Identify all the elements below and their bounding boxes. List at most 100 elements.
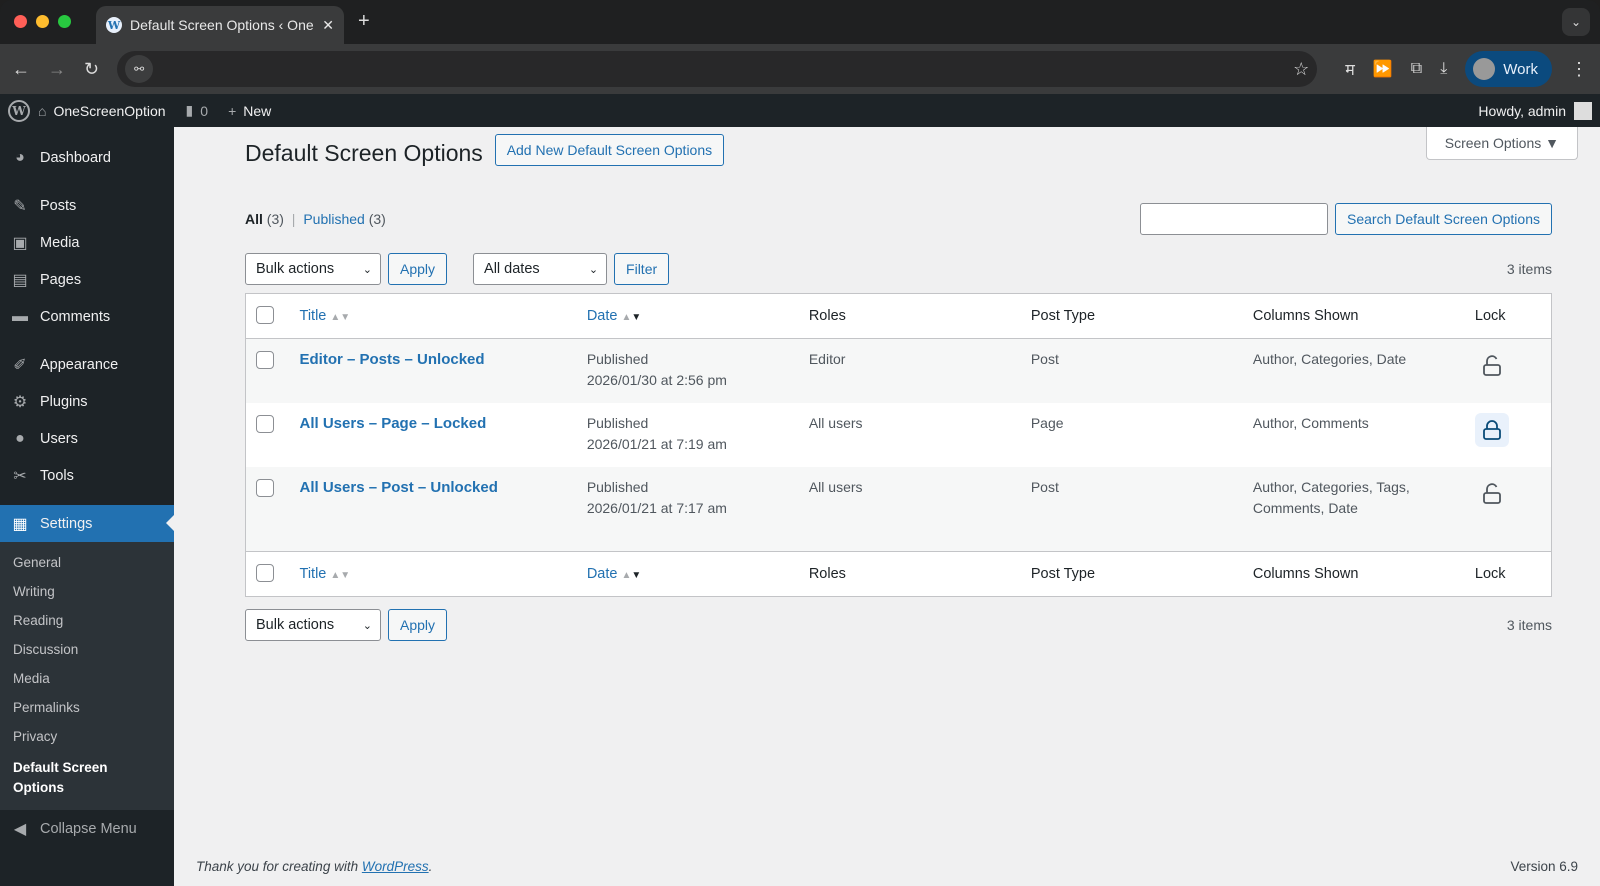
user-avatar-icon[interactable] (1574, 101, 1592, 120)
submenu-item-discussion[interactable]: Discussion (0, 635, 174, 664)
unlock-icon[interactable] (1475, 349, 1509, 383)
window-controls[interactable] (14, 15, 71, 28)
close-tab-icon[interactable]: ✕ (322, 17, 334, 34)
extension-icon[interactable]: म (1345, 58, 1355, 80)
sort-icon[interactable]: ▲▼ (330, 312, 350, 323)
column-header-columns-shown: Columns Shown (1242, 293, 1465, 339)
browser-menu-icon[interactable]: ⋮ (1570, 59, 1588, 80)
sort-link[interactable]: Date (587, 566, 618, 582)
browser-tab-strip: W Default Screen Options ‹ OneScreenOptio… (0, 0, 1600, 44)
dates-label: All dates (484, 261, 540, 277)
sidebar-item-media[interactable]: ▣ Media (0, 224, 174, 261)
browser-tab[interactable]: W Default Screen Options ‹ OneScreenOptio… (96, 6, 344, 44)
bulk-actions-select[interactable]: Bulk actions ⌄ (245, 253, 381, 285)
sidebar-item-pages[interactable]: ▤ Pages (0, 261, 174, 298)
column-header-title[interactable]: Title ▲▼ (289, 293, 577, 339)
row-title-link[interactable]: All Users – Post – Unlocked (300, 479, 498, 496)
back-icon[interactable]: ← (12, 59, 30, 80)
downloads-icon[interactable]: ⤓ (1440, 60, 1447, 78)
column-header-post-type: Post Type (1020, 293, 1243, 339)
sidebar-item-appearance[interactable]: ✐ Appearance (0, 346, 174, 383)
sidebar-item-dashboard[interactable]: ◕ Dashboard (0, 139, 174, 176)
row-title-link[interactable]: Editor – Posts – Unlocked (300, 351, 485, 368)
home-icon: ⌂ (38, 102, 47, 119)
apply-button[interactable]: Apply (388, 253, 448, 285)
column-header-date[interactable]: Date ▲▼ (576, 293, 799, 339)
site-name: OneScreenOption (53, 102, 166, 119)
date-filter-select[interactable]: All dates ⌄ (473, 253, 608, 285)
wordpress-link[interactable]: WordPress (362, 859, 429, 874)
bulk-actions-select-bottom[interactable]: Bulk actions ⌄ (245, 609, 381, 641)
extension-red-icon[interactable]: ⏩ (1373, 59, 1393, 79)
sort-link[interactable]: Title (300, 308, 327, 324)
address-bar[interactable]: ⚯ ☆ (117, 51, 1318, 87)
submenu-item-writing[interactable]: Writing (0, 577, 174, 606)
column-header-date[interactable]: Date ▲▼ (576, 551, 799, 597)
row-date: 2026/01/21 at 7:19 am (586, 435, 727, 452)
sidebar-item-settings[interactable]: ▦ Settings (0, 505, 174, 542)
maximize-window-button[interactable] (58, 15, 71, 28)
settings-icon: ▦ (12, 515, 28, 533)
search-input[interactable] (1140, 203, 1328, 235)
bulk-label: Bulk actions (256, 261, 335, 277)
select-all-checkbox[interactable] (256, 306, 274, 324)
column-label: Roles (808, 308, 846, 324)
select-all-checkbox[interactable] (256, 564, 274, 582)
submenu-item-media[interactable]: Media (0, 664, 174, 693)
row-roles: All users (808, 478, 863, 495)
filter-all[interactable]: All (245, 211, 263, 227)
filter-button[interactable]: Filter (614, 253, 670, 285)
site-name-link[interactable]: ⌂ OneScreenOption (38, 103, 166, 119)
plus-icon: + (228, 102, 237, 119)
media-icon: ▣ (12, 234, 28, 252)
submenu-item-default-screen-options[interactable]: Default Screen Options (0, 751, 174, 804)
thanks-text: Thank you for creating with (196, 859, 362, 874)
close-window-button[interactable] (14, 15, 27, 28)
lock-icon[interactable] (1474, 412, 1509, 447)
submenu-item-permalinks[interactable]: Permalinks (0, 693, 174, 722)
minimize-window-button[interactable] (36, 15, 49, 28)
search-button[interactable]: Search Default Screen Options (1335, 203, 1552, 235)
sidebar-item-users[interactable]: ● Users (0, 420, 174, 457)
reload-icon[interactable]: ↻ (84, 59, 99, 80)
row-checkbox[interactable] (256, 478, 274, 497)
filter-published[interactable]: Published (303, 211, 365, 227)
screen-options-button[interactable]: Screen Options ▼ (1425, 127, 1578, 160)
version: Version 6.9 (1510, 859, 1578, 874)
sidebar-item-posts[interactable]: ✎ Posts (0, 187, 174, 224)
sort-link[interactable]: Date (587, 308, 618, 324)
submenu-item-reading[interactable]: Reading (0, 606, 174, 635)
unlock-icon[interactable] (1475, 477, 1509, 511)
wordpress-logo-icon[interactable]: W (8, 99, 30, 122)
row-title-link[interactable]: All Users – Page – Locked (300, 415, 487, 432)
column-header-post-type: Post Type (1020, 551, 1243, 597)
sort-icon[interactable]: ▲▼ (330, 570, 350, 581)
row-checkbox[interactable] (256, 351, 274, 369)
sidebar-item-plugins[interactable]: ⚙ Plugins (0, 383, 174, 420)
sort-icon[interactable]: ▲▼ (621, 570, 641, 581)
account-menu[interactable]: Howdy, admin (1478, 103, 1566, 119)
sort-link[interactable]: Title (300, 566, 327, 582)
profile-button[interactable]: Work (1465, 51, 1552, 87)
comments-link[interactable]: ▮ 0 (186, 102, 209, 119)
column-header-title[interactable]: Title ▲▼ (289, 551, 577, 597)
column-label: Columns Shown (1252, 566, 1359, 582)
sidebar-item-tools[interactable]: ✂ Tools (0, 457, 174, 494)
sidebar-item-comments[interactable]: ▬ Comments (0, 298, 174, 335)
sort-icon[interactable]: ▲▼ (621, 312, 641, 323)
collapse-menu-button[interactable]: ◀ Collapse Menu (0, 810, 174, 847)
bookmark-star-icon[interactable]: ☆ (1293, 59, 1309, 80)
chevron-down-icon: ⌄ (362, 263, 372, 276)
new-content-link[interactable]: + New (228, 103, 271, 119)
forward-icon[interactable]: → (48, 59, 66, 80)
submenu-item-privacy[interactable]: Privacy (0, 722, 174, 751)
apply-button-bottom[interactable]: Apply (388, 609, 448, 641)
site-settings-icon[interactable]: ⚯ (125, 55, 154, 83)
row-checkbox[interactable] (256, 414, 274, 433)
tab-search-button[interactable]: ⌄ (1562, 8, 1590, 36)
new-tab-button[interactable]: + (358, 10, 370, 33)
wp-admin-bar: W ⌂ OneScreenOption ▮ 0 + New Howdy, admin (0, 94, 1600, 127)
submenu-item-general[interactable]: General (0, 548, 174, 577)
add-new-button[interactable]: Add New Default Screen Options (494, 134, 725, 166)
extensions-puzzle-icon[interactable]: ⧉ (1411, 60, 1422, 78)
